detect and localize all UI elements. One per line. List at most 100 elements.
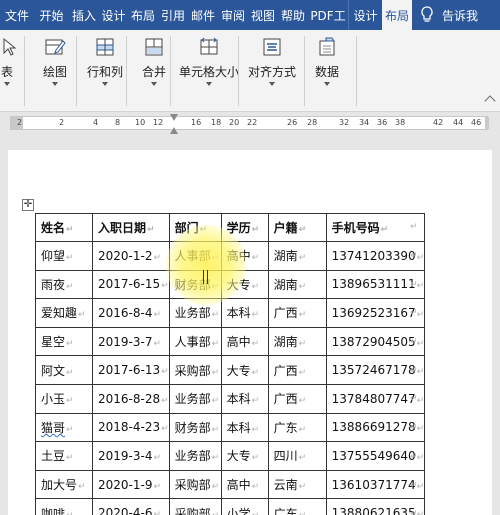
table-cell[interactable]: 小学↵ [220,498,269,515]
row-end-mark: ↵ [410,308,418,318]
table-cell[interactable]: 采购部↵ [168,355,222,385]
table-cell[interactable]: 采购部↵ [168,498,222,515]
horizontal-ruler[interactable]: 2 2 4 8 10 12 16 18 20 22 26 28 32 34 36 38 42 44 46 [10,116,489,130]
ribbon-group-3[interactable]: 合并 [133,30,175,112]
table-cell[interactable]: 湖南↵ [267,269,327,300]
tab-4[interactable]: 布局 [128,0,158,30]
table-cell[interactable]: 雨夜↵ [35,269,93,300]
table-cell[interactable]: 高中↵ [220,241,269,271]
ribbon-group-6[interactable]: 数据 [306,30,348,112]
table-cell[interactable]: 大专↵ [220,269,269,300]
table-cell[interactable]: 小玉↵ [35,383,93,414]
table-header-cell[interactable]: 户籍↵ [267,213,327,242]
ribbon-group-4[interactable]: 单元格大小 [178,30,240,112]
table-cell[interactable]: 财务部↵ [168,412,222,443]
tab-7[interactable]: 审阅 [218,0,248,30]
tab-5[interactable]: 引用 [158,0,188,30]
tab-1[interactable]: 开始 [34,0,69,30]
tab-12[interactable]: 布局 [382,0,412,30]
table-cell[interactable]: 2020-4-6↵ [92,498,170,515]
cell-end-mark: ↵ [252,511,260,515]
table-cell[interactable]: 财务部↵ [168,269,222,300]
table-cell[interactable]: 业务部↵ [168,441,222,471]
ruler-tick: 36 [377,118,388,127]
table-header-cell[interactable]: 入职日期↵ [92,213,170,242]
table-cell[interactable]: 广西↵ [267,298,327,328]
table-cell[interactable]: 四川↵ [267,441,327,471]
table-cell[interactable]: 2016-8-4↵ [92,298,170,328]
table-row[interactable]: 星空↵ 2019-3-7↵ 人事部↵ 高中↵ 湖南↵ 13872904505↵ [35,326,426,357]
tab-0[interactable]: 文件 [0,0,34,30]
table-cell[interactable]: 人事部↵ [168,326,222,357]
table-row[interactable]: 仰望↵ 2020-1-2↵ 人事部↵ 高中↵ 湖南↵ 13741203390↵ [35,241,426,271]
table-cell[interactable]: 星空↵ [35,326,93,357]
cell-end-mark: ↵ [211,310,220,321]
table-cell[interactable]: 本科↵ [220,383,269,414]
table-cell[interactable]: 高中↵ [220,469,269,500]
cell-end-mark: ↵ [298,396,307,407]
table-cell[interactable]: 2018-4-23↵ [92,412,170,443]
cell-text: 大专 [226,277,251,292]
table-cell[interactable]: 业务部↵ [168,383,222,414]
ribbon-group-0[interactable]: 表 [0,30,22,112]
table-cell[interactable]: 2016-8-28↵ [92,383,170,414]
table-cell[interactable]: 爱知趣↵ [35,298,93,328]
cell-text: 业务部 [174,306,211,321]
table-row[interactable]: 小玉↵ 2016-8-28↵ 业务部↵ 本科↵ 广西↵ 13784807747↵ [35,383,426,414]
table-row[interactable]: 咖啡↵2020-4-6↵采购部↵小学↵广东↵13880621635↵ [35,498,426,515]
tab-11[interactable]: 设计 [348,0,382,30]
table-cell[interactable]: 2017-6-13↵ [92,355,170,385]
table-cell[interactable]: 土豆↵ [35,441,93,471]
table-cell[interactable]: 大专↵ [220,355,269,385]
tab-6[interactable]: 邮件 [188,0,218,30]
table-cell[interactable]: 湖南↵ [267,241,327,271]
table-cell[interactable]: 阿文↵ [35,355,93,385]
collapse-ribbon-icon[interactable] [484,95,496,107]
table-row[interactable]: 雨夜↵ 2017-6-15↵ 财务部↵ 大专↵ 湖南↵ 13896531111↵ [35,269,426,300]
table-header-cell[interactable]: 学历↵ [220,213,269,242]
table-row[interactable]: 猫哥↵ 2018-4-23↵ 财务部↵ 本科↵ 广东↵ 13886691278↵ [35,412,426,443]
table-cell[interactable]: 2020-1-2↵ [92,241,170,271]
tab-9[interactable]: 帮助 [278,0,308,30]
ribbon-group-2[interactable]: 行和列 [84,30,126,112]
tab-2[interactable]: 插入 [69,0,99,30]
table-cell[interactable]: 云南↵ [267,469,327,500]
tab-3[interactable]: 设计 [99,0,128,30]
table-cell[interactable]: 加大号↵ [35,469,93,500]
table-cell[interactable]: 广东↵ [267,412,327,443]
table-cell[interactable]: 大专↵ [220,441,269,471]
table-row[interactable]: 阿文↵ 2017-6-13↵ 采购部↵ 大专↵ 广西↵ 13572467178↵ [35,355,426,385]
table-row[interactable]: 爱知趣↵ 2016-8-4↵ 业务部↵ 本科↵ 广西↵ 13692523167↵ [35,298,426,328]
table-cell[interactable]: 2019-3-7↵ [92,326,170,357]
table-cell[interactable]: 广东↵ [267,498,327,515]
table-cell[interactable]: 广西↵ [267,355,327,385]
table-cell[interactable]: 广西↵ [267,383,327,414]
table-cell[interactable]: 采购部↵ [168,469,222,500]
table-cell[interactable]: 2017-6-15↵ [92,269,170,300]
cell-end-mark: ↵ [66,225,74,235]
table-cell[interactable]: 本科↵ [220,298,269,328]
tab-8[interactable]: 视图 [248,0,278,30]
tell-me-search[interactable]: 告诉我 [412,0,478,30]
cell-end-mark: ↵ [153,481,162,492]
ribbon-group-1[interactable]: 绘图 [30,30,80,112]
table-header-cell[interactable]: 姓名↵ [35,213,93,242]
table-cell[interactable]: 人事部↵ [168,241,222,271]
tab-10[interactable]: PDF工 [308,0,348,30]
table-cell[interactable]: 2019-3-4↵ [92,441,170,471]
table-cell[interactable]: 业务部↵ [168,298,222,328]
table-cell[interactable]: 2020-1-9↵ [92,469,170,500]
table-cell[interactable]: 本科↵ [220,412,269,443]
employee-table[interactable]: 姓名↵ 入职日期↵ 部门↵ 学历↵ 户籍↵ 手机号码↵ 仰望↵ 2020-1-2↵ 人事部↵ 高… [35,213,426,515]
table-move-handle-icon[interactable]: ✛ [22,199,34,211]
lightbulb-icon [421,6,433,22]
table-row[interactable]: 加大号↵ 2020-1-9↵ 采购部↵ 高中↵ 云南↵ 13610371774↵ [35,469,426,500]
table-cell[interactable]: 湖南↵ [267,326,327,357]
table-cell[interactable]: 仰望↵ [35,241,93,271]
table-row[interactable]: 土豆↵ 2019-3-4↵ 业务部↵ 大专↵ 四川↵ 13755549640↵ [35,441,426,471]
table-cell[interactable]: 高中↵ [220,326,269,357]
table-cell[interactable]: 猫哥↵ [35,412,93,443]
table-cell[interactable]: 咖啡↵ [35,498,93,515]
ribbon-group-5[interactable]: 对齐方式 [246,30,298,112]
table-header-cell[interactable]: 部门↵ [168,213,222,242]
